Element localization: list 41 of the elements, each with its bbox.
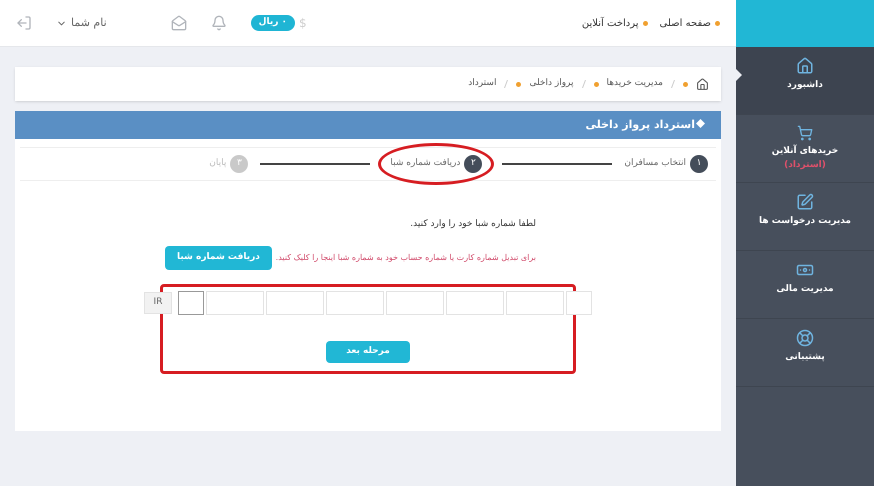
bullet-icon [594,82,599,86]
step-number: ۲ [464,155,482,173]
balance-badge: ۰ ریال [250,15,296,31]
step-label: پایان [209,157,226,170]
home-icon [796,57,814,75]
step-number: ۱ [690,155,708,173]
home-icon[interactable] [696,78,709,90]
sidebar-item[interactable]: داشبورد [736,47,874,115]
breadcrumb-link[interactable]: پرواز داخلی [529,77,574,91]
sidebar-item[interactable]: پشتیبانی [736,319,874,387]
sidebar-item[interactable]: خریدهای آنلاین (استرداد) [736,115,874,183]
instruction-text: لطفا شماره شبا خود را وارد کنید. [409,218,536,231]
breadcrumb-link[interactable]: استرداد [468,77,496,91]
step-label: دریافت شماره شبا [390,157,460,170]
mail-icon[interactable] [170,15,187,31]
step-label: انتخاب مسافران [624,157,686,170]
nav-link[interactable]: پرداخت آنلاین [582,16,639,30]
currency-symbol: $ [299,15,307,32]
pen-icon [796,193,814,211]
lifebuoy-icon [796,329,814,347]
hint-link[interactable]: برای تبدیل شماره کارت یا شماره حساب خود به شماره شبا اینجا را کلیک کنید. [276,252,536,264]
panel-title: استرداد پرواز داخلی [585,117,695,133]
iban-input[interactable] [178,290,204,314]
user-menu[interactable]: نام شما [56,14,107,32]
notification-icon[interactable] [210,15,227,31]
iban-prefix: IR [144,292,172,314]
logout-icon[interactable] [16,15,32,31]
sidebar-item[interactable]: مدیریت درخواست ها [736,183,874,251]
separator-icon [582,80,586,88]
nav-link[interactable]: صفحه اصلی [660,16,711,30]
bullet-icon [715,20,720,26]
cart-icon [796,125,814,141]
sidebar-item[interactable]: مدیریت مالی [736,251,874,319]
separator-icon [671,80,675,88]
selection-pointer-icon [736,69,742,81]
bullet-icon [683,82,688,86]
bullet-icon [642,20,648,26]
bullet-icon [516,82,522,86]
separator-icon [504,80,508,88]
breadcrumb-link[interactable]: مدیریت خریدها [606,77,663,91]
diamond-icon [696,119,705,128]
